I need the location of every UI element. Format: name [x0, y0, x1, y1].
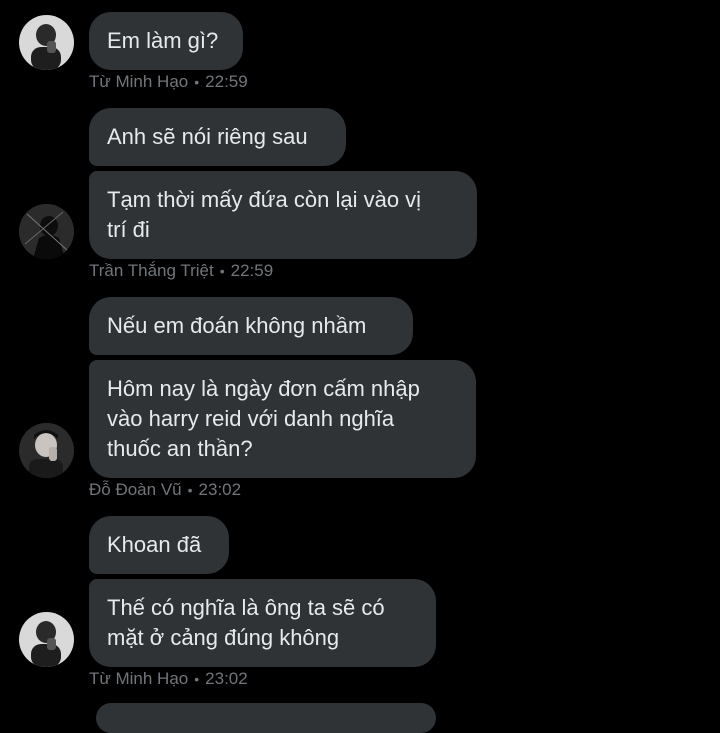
message-text: Thế có nghĩa là ông ta sẽ có mặt ở cảng …	[107, 595, 385, 650]
message-text: Hôm nay là ngày đơn cấm nhập vào harry r…	[107, 376, 420, 461]
message-bubble-partial[interactable]	[96, 703, 436, 733]
message-meta: Từ Minh Hạo • 22:59	[89, 72, 248, 92]
message-meta: Từ Minh Hạo • 23:02	[89, 669, 248, 689]
message-meta: Đỗ Đoàn Vũ • 23:02	[89, 480, 241, 500]
sender-name: Từ Minh Hạo	[89, 669, 189, 688]
message-bubble[interactable]: Em làm gì?	[89, 12, 243, 70]
message-meta: Trần Thắng Triệt • 22:59	[89, 261, 273, 281]
avatar-image	[19, 204, 74, 259]
avatar-tu-minh-hao[interactable]	[19, 15, 74, 70]
sender-name: Trần Thắng Triệt	[89, 261, 214, 280]
message-text: Nếu em đoán không nhầm	[107, 313, 367, 338]
message-time: 23:02	[198, 480, 242, 499]
avatar-tran-thang-triet[interactable]	[19, 204, 74, 259]
message-bubble[interactable]: Hôm nay là ngày đơn cấm nhập vào harry r…	[89, 360, 476, 478]
avatar-image	[19, 423, 74, 478]
separator-dot: •	[194, 671, 200, 687]
separator-dot: •	[219, 263, 225, 279]
avatar-image	[19, 15, 74, 70]
sender-name: Từ Minh Hạo	[89, 72, 189, 91]
message-bubble[interactable]: Thế có nghĩa là ông ta sẽ có mặt ở cảng …	[89, 579, 436, 667]
avatar-image	[19, 612, 74, 667]
message-time: 22:59	[230, 261, 274, 280]
message-bubble[interactable]: Tạm thời mấy đứa còn lại vào vị trí đi	[89, 171, 477, 259]
message-time: 23:02	[205, 669, 248, 688]
message-text: Anh sẽ nói riêng sau	[107, 124, 308, 149]
message-text: Em làm gì?	[107, 28, 219, 53]
avatar-do-doan-vu[interactable]	[19, 423, 74, 478]
message-bubble[interactable]: Khoan đã	[89, 516, 229, 574]
message-time: 22:59	[205, 72, 248, 91]
message-text: Khoan đã	[107, 532, 202, 557]
sender-name: Đỗ Đoàn Vũ	[89, 480, 182, 499]
separator-dot: •	[194, 74, 200, 90]
message-text: Tạm thời mấy đứa còn lại vào vị trí đi	[107, 187, 422, 242]
message-bubble[interactable]: Anh sẽ nói riêng sau	[89, 108, 346, 166]
avatar-tu-minh-hao[interactable]	[19, 612, 74, 667]
separator-dot: •	[187, 482, 193, 498]
message-bubble[interactable]: Nếu em đoán không nhầm	[89, 297, 413, 355]
